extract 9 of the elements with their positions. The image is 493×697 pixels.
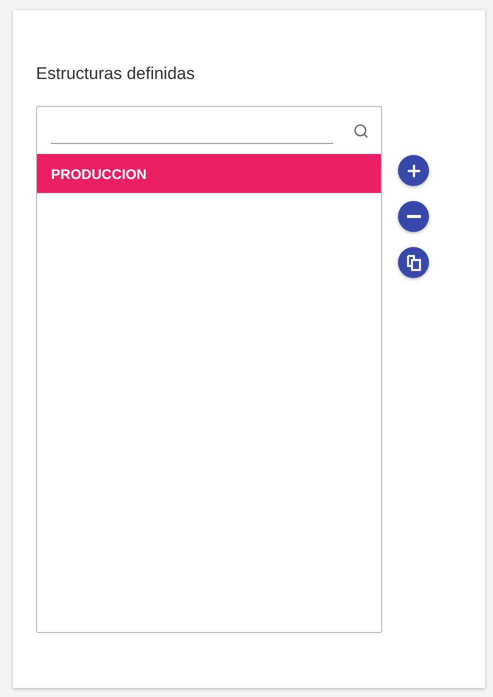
- list-item[interactable]: PRODUCCION: [37, 154, 381, 193]
- copy-icon: [404, 254, 422, 272]
- section-title: Estructuras definidas: [36, 64, 196, 84]
- copy-button[interactable]: [398, 247, 429, 278]
- remove-button[interactable]: [398, 201, 429, 232]
- add-button[interactable]: [398, 155, 429, 186]
- minus-icon: [406, 215, 420, 218]
- search-icon: [353, 122, 369, 138]
- plus-icon: [404, 162, 422, 180]
